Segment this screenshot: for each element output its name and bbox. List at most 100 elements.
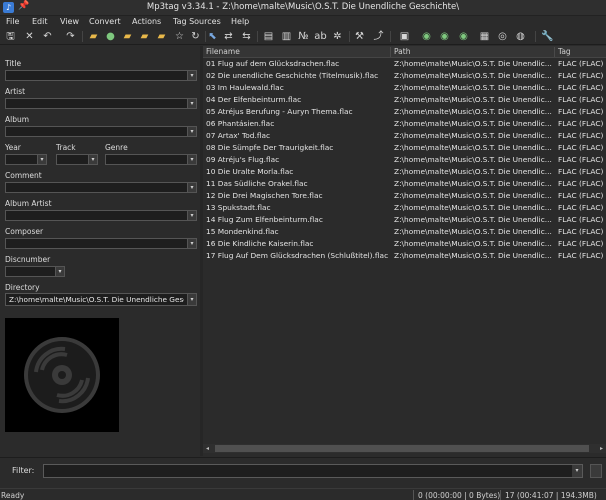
directory-value: Z:\home\malte\Music\O.S.T. Die Unendlich…	[9, 295, 184, 304]
table-row[interactable]: 15 Mondenkind.flac Z:\home\malte\Music\O.…	[203, 226, 606, 238]
toolbar-separator	[349, 31, 350, 42]
chevron-down-icon[interactable]: ▾	[187, 155, 196, 164]
table-row[interactable]: 14 Flug Zum Elfenbeinturm.flac Z:\home\ma…	[203, 214, 606, 226]
discnumber-field[interactable]: ▾	[5, 266, 65, 277]
tag-source-2-icon[interactable]: ◉	[438, 30, 451, 43]
comment-label: Comment	[5, 171, 42, 180]
folder-up-icon[interactable]: ▰	[138, 30, 151, 43]
table-row[interactable]: 04 Der Elfenbeinturm.flac Z:\home\malte\M…	[203, 94, 606, 106]
select-icon[interactable]: ⬉	[206, 30, 219, 43]
table-row[interactable]: 16 Die Kindliche Kaiserin.flac Z:\home\ma…	[203, 238, 606, 250]
table-row[interactable]: 08 Die Sümpfe Der Traurigkeit.flac Z:\hom…	[203, 142, 606, 154]
open-folder-icon[interactable]: ▰	[87, 30, 100, 43]
path-cell: Z:\home\malte\Music\O.S.T. Die Unendlic.…	[394, 71, 552, 80]
playlist-icon[interactable]: ▣	[398, 30, 411, 43]
export-icon[interactable]: ⤴	[372, 30, 385, 43]
album-artist-field[interactable]: ▾	[5, 210, 197, 221]
table-row[interactable]: 02 Die unendliche Geschichte (Titelmusik…	[203, 70, 606, 82]
filename-cell: 04 Der Elfenbeinturm.flac	[206, 95, 302, 104]
comment-field[interactable]: ▾	[5, 182, 197, 193]
menu-tag-sources[interactable]: Tag Sources	[173, 17, 221, 26]
favorite-star-icon[interactable]: ☆	[173, 30, 186, 43]
column-path[interactable]: Path	[391, 47, 555, 57]
save-icon[interactable]: 🖫	[4, 30, 17, 43]
web-icon[interactable]: ▦	[478, 30, 491, 43]
scroll-right-icon[interactable]: ▸	[597, 444, 606, 453]
title-field[interactable]: ▾	[5, 70, 197, 81]
tag-filename-icon[interactable]: ⇄	[222, 30, 235, 43]
table-row[interactable]: 07 Artax' Tod.flac Z:\home\malte\Music\O.…	[203, 130, 606, 142]
magic-icon[interactable]: ✲	[331, 30, 344, 43]
discnumber-label: Discnumber	[5, 255, 51, 264]
cover-art[interactable]	[5, 318, 119, 432]
table-row[interactable]: 10 Die Uralte Morla.flac Z:\home\malte\Mu…	[203, 166, 606, 178]
artist-label: Artist	[5, 87, 26, 96]
year-field[interactable]: ▾	[5, 154, 47, 165]
scroll-left-icon[interactable]: ◂	[203, 444, 212, 453]
chevron-down-icon[interactable]: ▾	[187, 294, 196, 305]
chevron-down-icon[interactable]: ▾	[187, 71, 196, 80]
undo-delete-icon[interactable]: ✕	[23, 30, 36, 43]
path-cell: Z:\home\malte\Music\O.S.T. Die Unendlic.…	[394, 203, 552, 212]
tag-source-icon[interactable]: ◉	[420, 30, 433, 43]
cover-icon[interactable]: ◉	[457, 30, 470, 43]
table-row[interactable]: 05 Atréjus Berufung - Auryn Thema.flac Z:…	[203, 106, 606, 118]
composer-field[interactable]: ▾	[5, 238, 197, 249]
table-row[interactable]: 03 Im Haulewald.flac Z:\home\malte\Music\…	[203, 82, 606, 94]
menu-actions[interactable]: Actions	[132, 17, 161, 26]
column-filename[interactable]: Filename	[203, 47, 391, 57]
chevron-down-icon[interactable]: ▾	[572, 465, 582, 477]
artist-field[interactable]: ▾	[5, 98, 197, 109]
autonumber-icon[interactable]: №	[297, 30, 310, 43]
scrollbar-thumb[interactable]	[215, 445, 589, 452]
menu-help[interactable]: Help	[231, 17, 249, 26]
filename-tag-icon[interactable]: ⇆	[240, 30, 253, 43]
chevron-down-icon[interactable]: ▾	[187, 99, 196, 108]
undo-icon[interactable]: ↶	[41, 30, 54, 43]
genre-field[interactable]: ▾	[105, 154, 197, 165]
chevron-down-icon[interactable]: ▾	[55, 267, 64, 276]
table-row[interactable]: 06 Phantásien.flac Z:\home\malte\Music\O.…	[203, 118, 606, 130]
table-row[interactable]: 01 Flug auf dem Glücksdrachen.flac Z:\hom…	[203, 58, 606, 70]
table-row[interactable]: 12 Die Drei Magischen Tore.flac Z:\home\m…	[203, 190, 606, 202]
redo-icon[interactable]: ↷	[64, 30, 77, 43]
album-artist-label: Album Artist	[5, 199, 52, 208]
case-convert-icon[interactable]: ab	[314, 30, 327, 43]
tag-cell: FLAC (FLAC)	[558, 239, 604, 248]
chevron-down-icon[interactable]: ▾	[187, 239, 196, 248]
chevron-down-icon[interactable]: ▾	[88, 155, 97, 164]
chevron-down-icon[interactable]: ▾	[187, 127, 196, 136]
refresh-icon[interactable]: ↻	[189, 30, 202, 43]
filter-toggle-button[interactable]	[590, 464, 602, 478]
text-tag-icon[interactable]: ▤	[262, 30, 275, 43]
chevron-down-icon[interactable]: ▾	[37, 155, 46, 164]
album-field[interactable]: ▾	[5, 126, 197, 137]
table-row[interactable]: 13 Spukstadt.flac Z:\home\malte\Music\O.S…	[203, 202, 606, 214]
filter-input[interactable]	[43, 464, 583, 478]
wand-icon[interactable]: ⚒	[353, 30, 366, 43]
chevron-down-icon[interactable]: ▾	[187, 211, 196, 220]
menu-view[interactable]: View	[60, 17, 79, 26]
filename-cell: 11 Das Südliche Orakel.flac	[206, 179, 308, 188]
folder-star-icon[interactable]: ▰	[155, 30, 168, 43]
tag-tag-icon[interactable]: ▥	[280, 30, 293, 43]
globe-2-icon[interactable]: ◍	[514, 30, 527, 43]
table-row[interactable]: 09 Atréju's Flug.flac Z:\home\malte\Music…	[203, 154, 606, 166]
options-icon[interactable]: 🔧	[541, 30, 554, 43]
track-field[interactable]: ▾	[56, 154, 98, 165]
chevron-down-icon[interactable]: ▾	[187, 183, 196, 192]
menu-convert[interactable]: Convert	[89, 17, 121, 26]
folder-refresh-icon[interactable]: ▰	[121, 30, 134, 43]
menu-edit[interactable]: Edit	[32, 17, 48, 26]
table-row[interactable]: 17 Flug Auf Dem Glücksdrachen (Schlußtit…	[203, 250, 606, 262]
table-row[interactable]: 11 Das Südliche Orakel.flac Z:\home\malte…	[203, 178, 606, 190]
directory-field[interactable]: Z:\home\malte\Music\O.S.T. Die Unendlich…	[5, 293, 197, 306]
column-tag[interactable]: Tag	[555, 47, 606, 57]
status-total: 17 (00:41:07 | 194.3MB)	[505, 491, 597, 500]
horizontal-scrollbar[interactable]: ◂ ▸	[203, 444, 606, 453]
globe-icon[interactable]: ◎	[496, 30, 509, 43]
menu-file[interactable]: File	[6, 17, 19, 26]
tag-cell: FLAC (FLAC)	[558, 107, 604, 116]
toolbar-separator	[82, 31, 83, 42]
add-folder-icon[interactable]: ●	[104, 30, 117, 43]
